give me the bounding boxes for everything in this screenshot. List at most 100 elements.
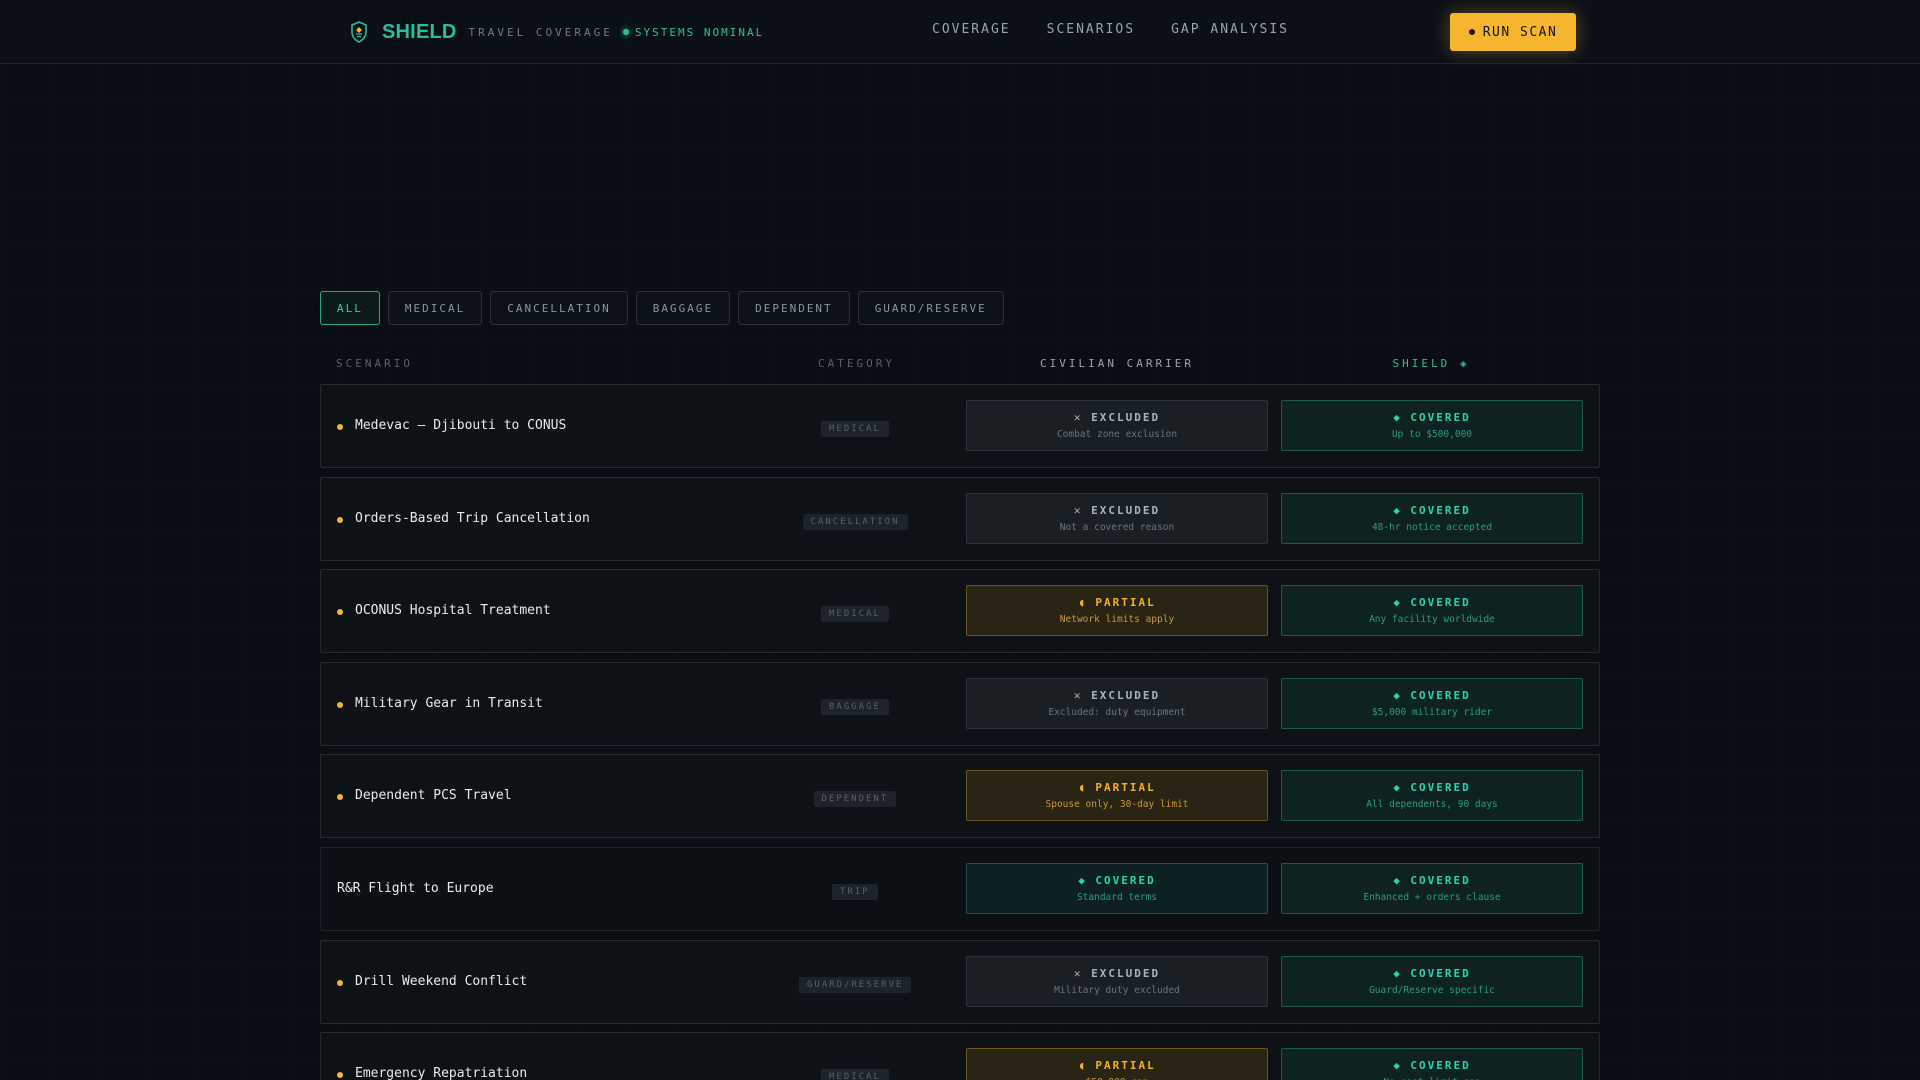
filter-all[interactable]: ALL bbox=[320, 291, 380, 325]
gap-indicator-icon bbox=[337, 424, 343, 430]
coverage-note: Combat zone exclusion bbox=[1056, 429, 1178, 440]
coverage-status: ◆ COVERED bbox=[1393, 688, 1471, 702]
nav-coverage[interactable]: COVERAGE bbox=[932, 22, 1011, 37]
scenario-title: Dependent PCS Travel bbox=[355, 788, 512, 804]
coverage-note: Military duty excluded bbox=[1054, 984, 1180, 996]
coverage-note: Enhanced + orders clause bbox=[1363, 891, 1501, 903]
civilian-coverage-cell[interactable]: ✕ EXCLUDED Excluded: duty equipment bbox=[966, 677, 1268, 729]
run-scan-label: RUN SCAN bbox=[1482, 24, 1558, 40]
column-header-scenario: SCENARIO bbox=[336, 357, 413, 370]
column-header-civilian-carrier: CIVILIAN CARRIER bbox=[1040, 357, 1194, 370]
table-row[interactable]: Orders-Based Trip Cancellation CANCELLATI… bbox=[320, 476, 1600, 561]
category-badge: TRIP bbox=[832, 883, 878, 900]
scenario-title: R&R Flight to Europe bbox=[337, 880, 494, 896]
table-row[interactable]: R&R Flight to Europe TRIP ◆ COVERED Standar… bbox=[320, 846, 1600, 931]
gap-indicator-icon bbox=[337, 979, 343, 986]
civilian-coverage-cell[interactable]: ✕ EXCLUDED Combat zone exclusion bbox=[966, 400, 1268, 451]
shield-coverage-cell[interactable]: ◆ COVERED All dependents, 90 days bbox=[1281, 770, 1583, 822]
scenario-title: Medevac — Djibouti to CONUS bbox=[355, 418, 567, 433]
shield-coverage-cell[interactable]: ◆ COVEREDNo cost limit cap bbox=[1281, 1048, 1583, 1080]
civilian-coverage-cell[interactable]: ◖ PARTIAL Spouse only, 30-day limit bbox=[966, 770, 1268, 822]
coverage-status: ◆ COVERED bbox=[1393, 873, 1471, 887]
shield-coverage-cell[interactable]: ◆ COVERED $5,000 military rider bbox=[1281, 677, 1583, 729]
scenario-title: Drill Weekend Conflict bbox=[355, 973, 528, 989]
civilian-coverage-cell[interactable]: ✕ EXCLUDED Military duty excluded bbox=[966, 955, 1268, 1007]
run-scan-button[interactable]: RUN SCAN bbox=[1450, 13, 1576, 51]
coverage-status: ◖ PARTIAL bbox=[1078, 781, 1156, 795]
brand[interactable]: SHIELD TRAVEL COVERAGE SYSTEMS NOMINAL bbox=[350, 20, 764, 44]
main-nav: COVERAGE SCENARIOS GAP ANALYSIS bbox=[932, 22, 1325, 37]
coverage-note: Network limits apply bbox=[1059, 614, 1175, 626]
table-row[interactable]: Drill Weekend Conflict GUARD/RESERVE ✕ EXC… bbox=[320, 939, 1600, 1024]
scenario-title: Emergency Repatriation bbox=[355, 1066, 528, 1080]
coverage-status: ✕ EXCLUDED bbox=[1073, 966, 1161, 980]
shield-coverage-cell[interactable]: ◆ COVERED Guard/Reserve specific bbox=[1281, 955, 1583, 1007]
brand-tagline: TRAVEL COVERAGE bbox=[468, 25, 613, 39]
shield-coverage-cell[interactable]: ◆ COVERED Enhanced + orders clause bbox=[1281, 862, 1583, 914]
coverage-note: Standard terms bbox=[1076, 891, 1158, 903]
gap-indicator-icon bbox=[337, 1072, 343, 1079]
coverage-status: ✕ EXCLUDED bbox=[1073, 503, 1161, 517]
table-row[interactable]: Medevac — Djibouti to CONUS MEDICAL ✕ EXCL… bbox=[320, 384, 1600, 468]
category-filters: ALL MEDICAL CANCELLATION BAGGAGE DEPENDE… bbox=[320, 291, 1004, 325]
filter-guard-reserve[interactable]: GUARD/RESERVE bbox=[857, 291, 1004, 325]
coverage-status: ◖ PARTIAL bbox=[1078, 1059, 1156, 1073]
system-status: SYSTEMS NOMINAL bbox=[634, 25, 765, 39]
coverage-status: ✕ EXCLUDED bbox=[1073, 411, 1161, 424]
scenario-title: Orders-Based Trip Cancellation bbox=[355, 510, 590, 526]
coverage-status: ◆ COVERED bbox=[1393, 781, 1471, 795]
civilian-coverage-cell[interactable]: ✕ EXCLUDED Not a covered reason bbox=[966, 492, 1268, 544]
shield-coverage-cell[interactable]: ◆ COVERED 48-hr notice accepted bbox=[1281, 492, 1583, 544]
coverage-note: Not a covered reason bbox=[1059, 521, 1175, 533]
filter-medical[interactable]: MEDICAL bbox=[387, 291, 483, 325]
shield-coverage-cell[interactable]: ◆ COVERED Any facility worldwide bbox=[1281, 585, 1583, 637]
civilian-coverage-cell[interactable]: ◖ PARTIAL Network limits apply bbox=[966, 585, 1268, 637]
brand-name: SHIELD bbox=[382, 20, 457, 43]
scenario-title: OCONUS Hospital Treatment bbox=[355, 603, 551, 619]
column-header-category: CATEGORY bbox=[818, 357, 895, 370]
table-row[interactable]: Dependent PCS Travel DEPENDENT ◖ PARTIAL Sp… bbox=[320, 754, 1600, 839]
category-badge: MEDICAL bbox=[821, 606, 889, 623]
coverage-status: ◖ PARTIAL bbox=[1078, 596, 1156, 610]
gap-indicator-icon bbox=[337, 701, 343, 708]
table-row[interactable]: Military Gear in Transit BAGGAGE ✕ EXCLUDE… bbox=[320, 661, 1600, 746]
shield-coverage-cell[interactable]: ◆ COVERED Up to $500,000 bbox=[1281, 400, 1583, 451]
table-row[interactable]: OCONUS Hospital Treatment MEDICAL ◖ PARTIA… bbox=[320, 569, 1600, 654]
coverage-note: All dependents, 90 days bbox=[1366, 799, 1498, 811]
category-badge: MEDICAL bbox=[821, 421, 889, 437]
coverage-note: Spouse only, 30-day limit bbox=[1045, 799, 1189, 811]
table-row[interactable]: Emergency Repatriation MEDICAL ◖ PARTIAL$5… bbox=[320, 1032, 1600, 1080]
coverage-note: Excluded: duty equipment bbox=[1048, 706, 1186, 718]
coverage-status: ◆ COVERED bbox=[1393, 411, 1471, 424]
coverage-note: 48-hr notice accepted bbox=[1371, 521, 1493, 533]
category-badge: MEDICAL bbox=[821, 1069, 889, 1080]
nav-scenarios[interactable]: SCENARIOS bbox=[1047, 22, 1135, 37]
coverage-status: ◆ COVERED bbox=[1393, 966, 1471, 980]
scenario-table: Medevac — Djibouti to CONUS MEDICAL ✕ EXCL… bbox=[320, 384, 1600, 1080]
column-header-shield: SHIELD ◈ bbox=[1392, 357, 1470, 370]
coverage-status: ◆ COVERED bbox=[1393, 596, 1471, 610]
coverage-status: ◆ COVERED bbox=[1393, 503, 1471, 517]
coverage-note: Any facility worldwide bbox=[1369, 614, 1495, 626]
civilian-coverage-cell[interactable]: ◖ PARTIAL$50,000 cap bbox=[966, 1048, 1268, 1080]
coverage-note: Guard/Reserve specific bbox=[1369, 984, 1495, 996]
scenario-title: Military Gear in Transit bbox=[355, 695, 543, 711]
status-dot-icon bbox=[622, 29, 629, 35]
coverage-note: Up to $500,000 bbox=[1391, 429, 1473, 440]
category-badge: DEPENDENT bbox=[813, 791, 897, 808]
shield-icon bbox=[350, 21, 368, 43]
nav-gap-analysis[interactable]: GAP ANALYSIS bbox=[1171, 22, 1289, 37]
coverage-status: ◆ COVERED bbox=[1078, 873, 1156, 887]
coverage-status: ✕ EXCLUDED bbox=[1073, 688, 1161, 702]
coverage-note: $5,000 military rider bbox=[1371, 706, 1493, 718]
gap-indicator-icon bbox=[337, 794, 343, 801]
coverage-status: ◆ COVERED bbox=[1393, 1059, 1471, 1073]
category-badge: GUARD/RESERVE bbox=[799, 976, 912, 993]
filter-cancellation[interactable]: CANCELLATION bbox=[490, 291, 628, 325]
filter-baggage[interactable]: BAGGAGE bbox=[635, 291, 731, 325]
top-bar: SHIELD TRAVEL COVERAGE SYSTEMS NOMINAL C… bbox=[0, 0, 1920, 64]
category-badge: CANCELLATION bbox=[802, 513, 908, 530]
category-badge: BAGGAGE bbox=[821, 698, 889, 715]
filter-dependent[interactable]: DEPENDENT bbox=[738, 291, 850, 325]
civilian-coverage-cell[interactable]: ◆ COVERED Standard terms bbox=[966, 862, 1268, 914]
